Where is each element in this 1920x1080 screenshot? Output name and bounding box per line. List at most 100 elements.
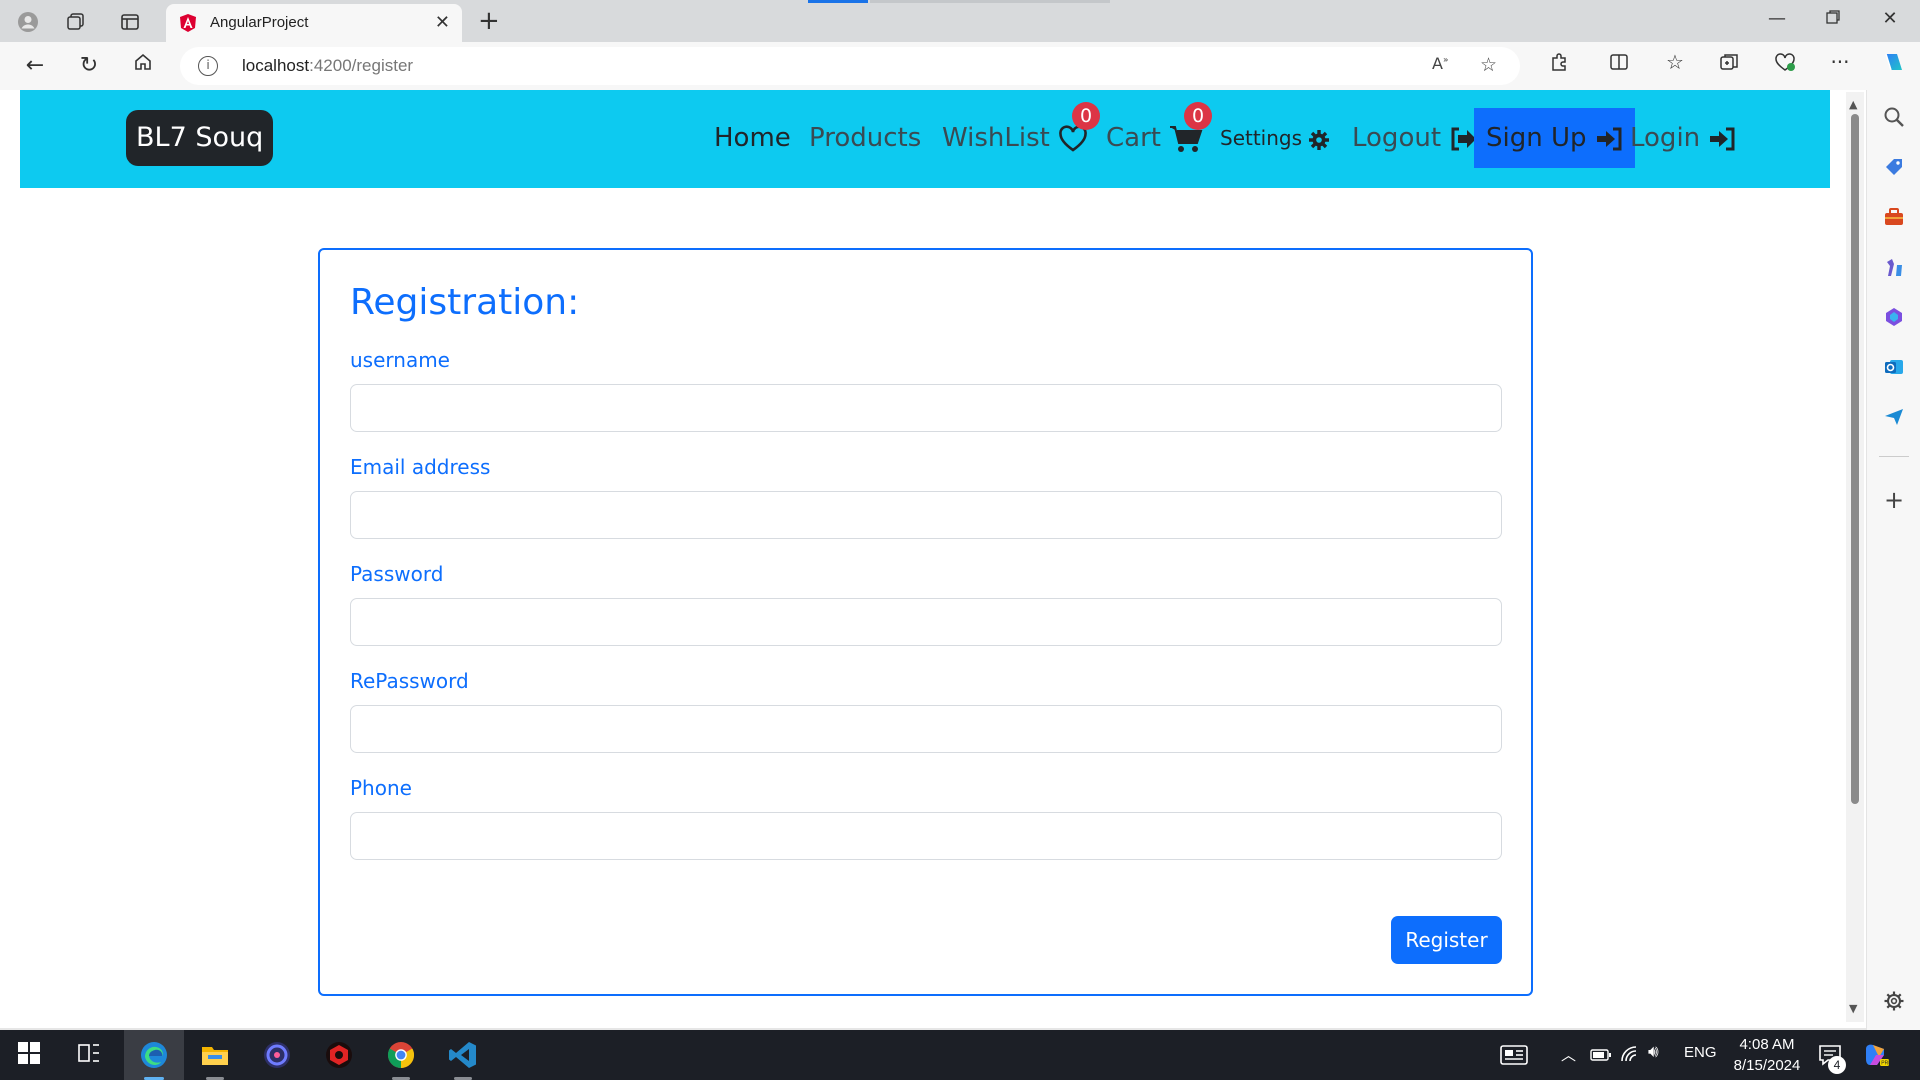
gear-icon [1309, 129, 1330, 150]
active-tab[interactable]: AngularProject ✕ [166, 4, 462, 42]
edge-taskbar-icon[interactable] [139, 1040, 169, 1070]
repassword-label: RePassword [350, 669, 469, 693]
username-input[interactable] [350, 384, 1502, 432]
registration-card: Registration: username Email address Pas… [318, 248, 1533, 996]
browser-essentials-icon[interactable] [1770, 52, 1800, 77]
address-bar[interactable]: i localhost:4200/register A» ☆ [180, 47, 1520, 85]
show-hidden-icons-icon[interactable]: ︿ [1561, 1044, 1576, 1065]
scroll-down-icon[interactable]: ▼ [1849, 1002, 1857, 1015]
tab-loading-indicator [808, 0, 868, 3]
scroll-up-icon[interactable]: ▲ [1849, 98, 1857, 111]
nav-settings[interactable]: Settings [1220, 114, 1330, 162]
windows-taskbar: ︿ 🔊︎ ENG 4:08 AM 8/15/2024 4 PRE [0, 1030, 1920, 1080]
nav-products[interactable]: Products [809, 114, 921, 162]
read-aloud-icon[interactable]: A» [1432, 54, 1448, 73]
collections-icon[interactable] [1714, 52, 1744, 77]
news-widget-icon[interactable] [1500, 1044, 1528, 1070]
repassword-input[interactable] [350, 705, 1502, 753]
signup-icon [1596, 127, 1622, 150]
sidebar-copilot-365-icon[interactable] [1883, 306, 1905, 332]
page-scrollbar[interactable]: ▲ ▼ [1846, 92, 1864, 1022]
site-info-icon[interactable]: i [198, 56, 218, 76]
brand-logo[interactable]: BL7 Souq [126, 110, 274, 166]
clock-date: 8/15/2024 [1733, 1057, 1801, 1074]
sidebar-shopping-icon[interactable] [1883, 156, 1905, 182]
sidebar-add-icon[interactable]: + [1884, 486, 1904, 514]
app-red-bug-icon[interactable] [324, 1040, 354, 1070]
nav-wishlist-label: WishList [942, 123, 1050, 153]
nav-logout[interactable]: Logout [1352, 114, 1477, 162]
sidebar-search-icon[interactable] [1883, 106, 1905, 132]
back-icon[interactable]: ← [20, 52, 50, 82]
task-view-icon[interactable] [76, 1040, 106, 1070]
register-button[interactable]: Register [1391, 916, 1502, 964]
nav-logout-label: Logout [1352, 123, 1442, 153]
file-explorer-icon[interactable] [200, 1040, 230, 1070]
wifi-icon[interactable] [1620, 1045, 1640, 1067]
sidebar-send-icon[interactable] [1883, 406, 1905, 432]
nav-wishlist[interactable]: WishList [942, 114, 1088, 162]
profile-icon[interactable] [14, 8, 42, 36]
tab-strip-highlight [870, 0, 1110, 3]
phone-label: Phone [350, 776, 412, 800]
home-icon[interactable] [128, 52, 158, 82]
email-input[interactable] [350, 491, 1502, 539]
close-tab-icon[interactable]: ✕ [435, 12, 450, 33]
notification-count-badge: 4 [1828, 1056, 1846, 1074]
chrome-icon[interactable] [386, 1040, 416, 1070]
nav-signup[interactable]: Sign Up [1474, 108, 1635, 168]
wishlist-count-badge: 0 [1072, 102, 1100, 130]
form-title: Registration: [350, 282, 580, 323]
volume-icon[interactable]: 🔊︎ [1648, 1042, 1659, 1062]
vertical-tabs-icon[interactable] [116, 8, 144, 36]
more-options-icon[interactable]: ··· [1825, 50, 1855, 74]
url-text[interactable]: localhost:4200/register [242, 56, 413, 76]
start-icon[interactable] [16, 1040, 46, 1070]
sidebar-settings-icon[interactable] [1883, 990, 1905, 1016]
scrollbar-thumb[interactable] [1851, 114, 1859, 804]
workspaces-icon[interactable] [62, 8, 90, 36]
clock-time: 4:08 AM [1739, 1036, 1795, 1053]
sidebar-divider [1879, 456, 1909, 457]
nav-settings-label: Settings [1220, 126, 1303, 150]
username-label: username [350, 348, 450, 372]
nav-login-label: Login [1630, 123, 1701, 153]
nav-login[interactable]: Login [1630, 114, 1736, 162]
nav-signup-label: Sign Up [1486, 123, 1587, 153]
sidebar-games-icon[interactable] [1883, 256, 1905, 282]
extensions-icon[interactable] [1544, 52, 1574, 77]
restore-icon[interactable] [1813, 8, 1853, 29]
page-viewport: BL7 Souq Home Products WishList 0 Cart 0… [0, 90, 1846, 1028]
nav-cart-label: Cart [1106, 123, 1161, 153]
favorite-star-icon[interactable]: ☆ [1480, 54, 1497, 76]
nav-home[interactable]: Home [714, 114, 791, 162]
new-tab-icon[interactable]: + [478, 6, 500, 36]
tab-title: AngularProject [210, 14, 309, 31]
password-input[interactable] [350, 598, 1502, 646]
url-path: :4200/register [309, 56, 414, 75]
edge-sidebar: + [1866, 90, 1920, 1030]
angular-logo-icon [180, 14, 196, 32]
vscode-icon[interactable] [448, 1040, 478, 1070]
close-window-icon[interactable]: ✕ [1870, 8, 1910, 29]
minimize-icon[interactable]: — [1757, 8, 1797, 29]
password-label: Password [350, 562, 444, 586]
split-screen-icon[interactable] [1604, 52, 1634, 77]
sidebar-tools-icon[interactable] [1883, 206, 1905, 232]
copilot-icon[interactable] [1879, 48, 1909, 81]
app-blue-circle-icon[interactable] [262, 1040, 292, 1070]
email-label: Email address [350, 455, 491, 479]
phone-input[interactable] [350, 812, 1502, 860]
copilot-taskbar-icon[interactable]: PRE [1862, 1041, 1892, 1073]
refresh-icon[interactable]: ↻ [74, 52, 104, 82]
favorites-icon[interactable]: ☆ [1660, 50, 1690, 74]
browser-tab-strip: AngularProject ✕ + — ✕ [0, 0, 1920, 42]
login-icon [1710, 127, 1735, 150]
url-host: localhost [242, 56, 310, 75]
clock[interactable]: 4:08 AM 8/15/2024 [1712, 1034, 1822, 1076]
battery-icon[interactable] [1590, 1047, 1612, 1066]
site-navbar: BL7 Souq Home Products WishList 0 Cart 0… [20, 90, 1830, 188]
svg-text:PRE: PRE [1881, 1061, 1890, 1067]
sidebar-outlook-icon[interactable] [1883, 356, 1905, 382]
cart-count-badge: 0 [1184, 102, 1212, 130]
